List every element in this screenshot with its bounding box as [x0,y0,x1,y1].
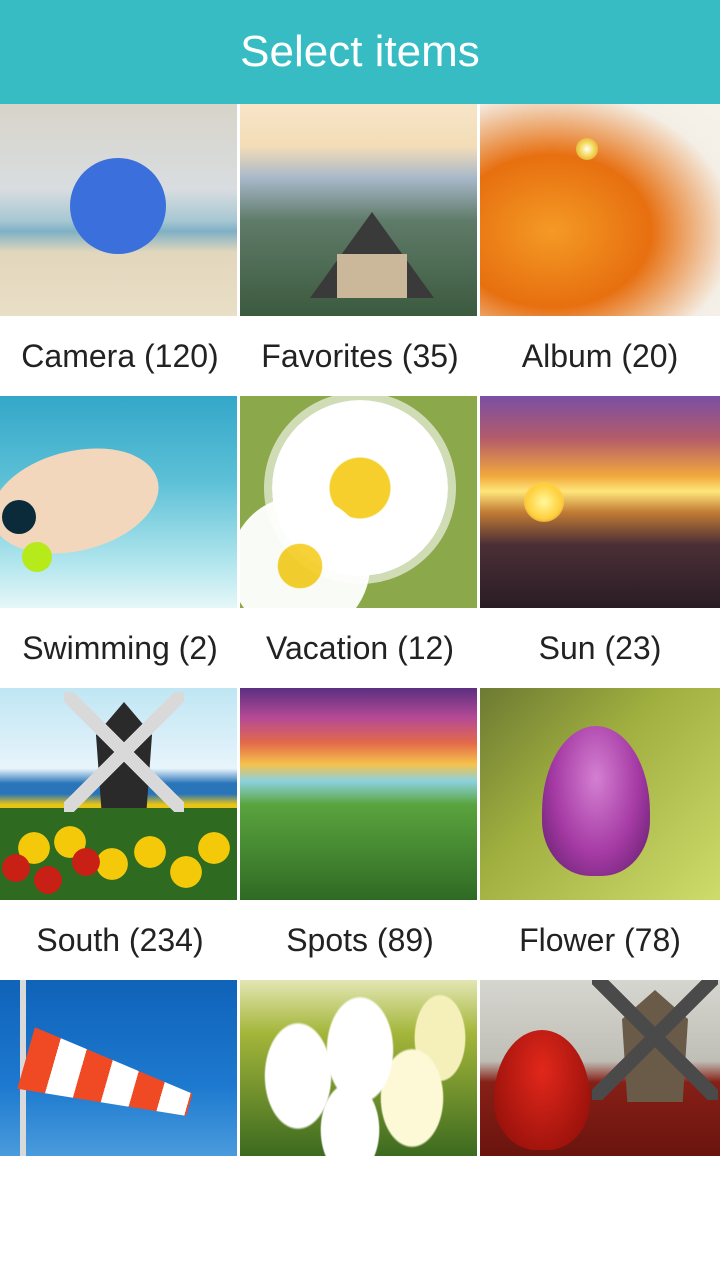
album-caption: Spots (89) [240,900,480,980]
album-caption: Swimming (2) [0,608,240,688]
album-partial-3[interactable] [480,980,720,1156]
album-caption: Flower (78) [480,900,720,980]
album-spots[interactable]: Spots (89) [240,688,480,980]
album-thumbnail[interactable] [0,688,237,900]
album-sun[interactable]: Sun (23) [480,396,720,688]
album-caption: Favorites (35) [240,316,480,396]
album-caption: Sun (23) [480,608,720,688]
album-caption: South (234) [0,900,240,980]
album-thumbnail[interactable] [240,396,477,608]
album-favorites[interactable]: Favorites (35) [240,104,480,396]
album-thumbnail[interactable] [240,104,477,316]
album-camera[interactable]: Camera (120) [0,104,240,396]
album-caption: Camera (120) [0,316,240,396]
album-swimming[interactable]: Swimming (2) [0,396,240,688]
album-grid: Camera (120) Favorites (35) Album (20) S… [0,104,720,1156]
album-partial-2[interactable] [240,980,480,1156]
header-bar: Select items [0,0,720,104]
selection-indicator-icon [70,158,166,254]
album-flower[interactable]: Flower (78) [480,688,720,980]
page-title: Select items [240,27,480,77]
album-thumbnail[interactable] [0,104,237,316]
album-partial-1[interactable] [0,980,240,1156]
album-caption: Album (20) [480,316,720,396]
album-thumbnail[interactable] [0,980,237,1156]
album-thumbnail[interactable] [240,688,477,900]
album-thumbnail[interactable] [240,980,477,1156]
album-thumbnail[interactable] [480,396,720,608]
album-caption: Vacation (12) [240,608,480,688]
album-thumbnail[interactable] [0,396,237,608]
album-south[interactable]: South (234) [0,688,240,980]
album-thumbnail[interactable] [480,980,720,1156]
album-thumbnail[interactable] [480,688,720,900]
album-thumbnail[interactable] [480,104,720,316]
album-album[interactable]: Album (20) [480,104,720,396]
album-vacation[interactable]: Vacation (12) [240,396,480,688]
